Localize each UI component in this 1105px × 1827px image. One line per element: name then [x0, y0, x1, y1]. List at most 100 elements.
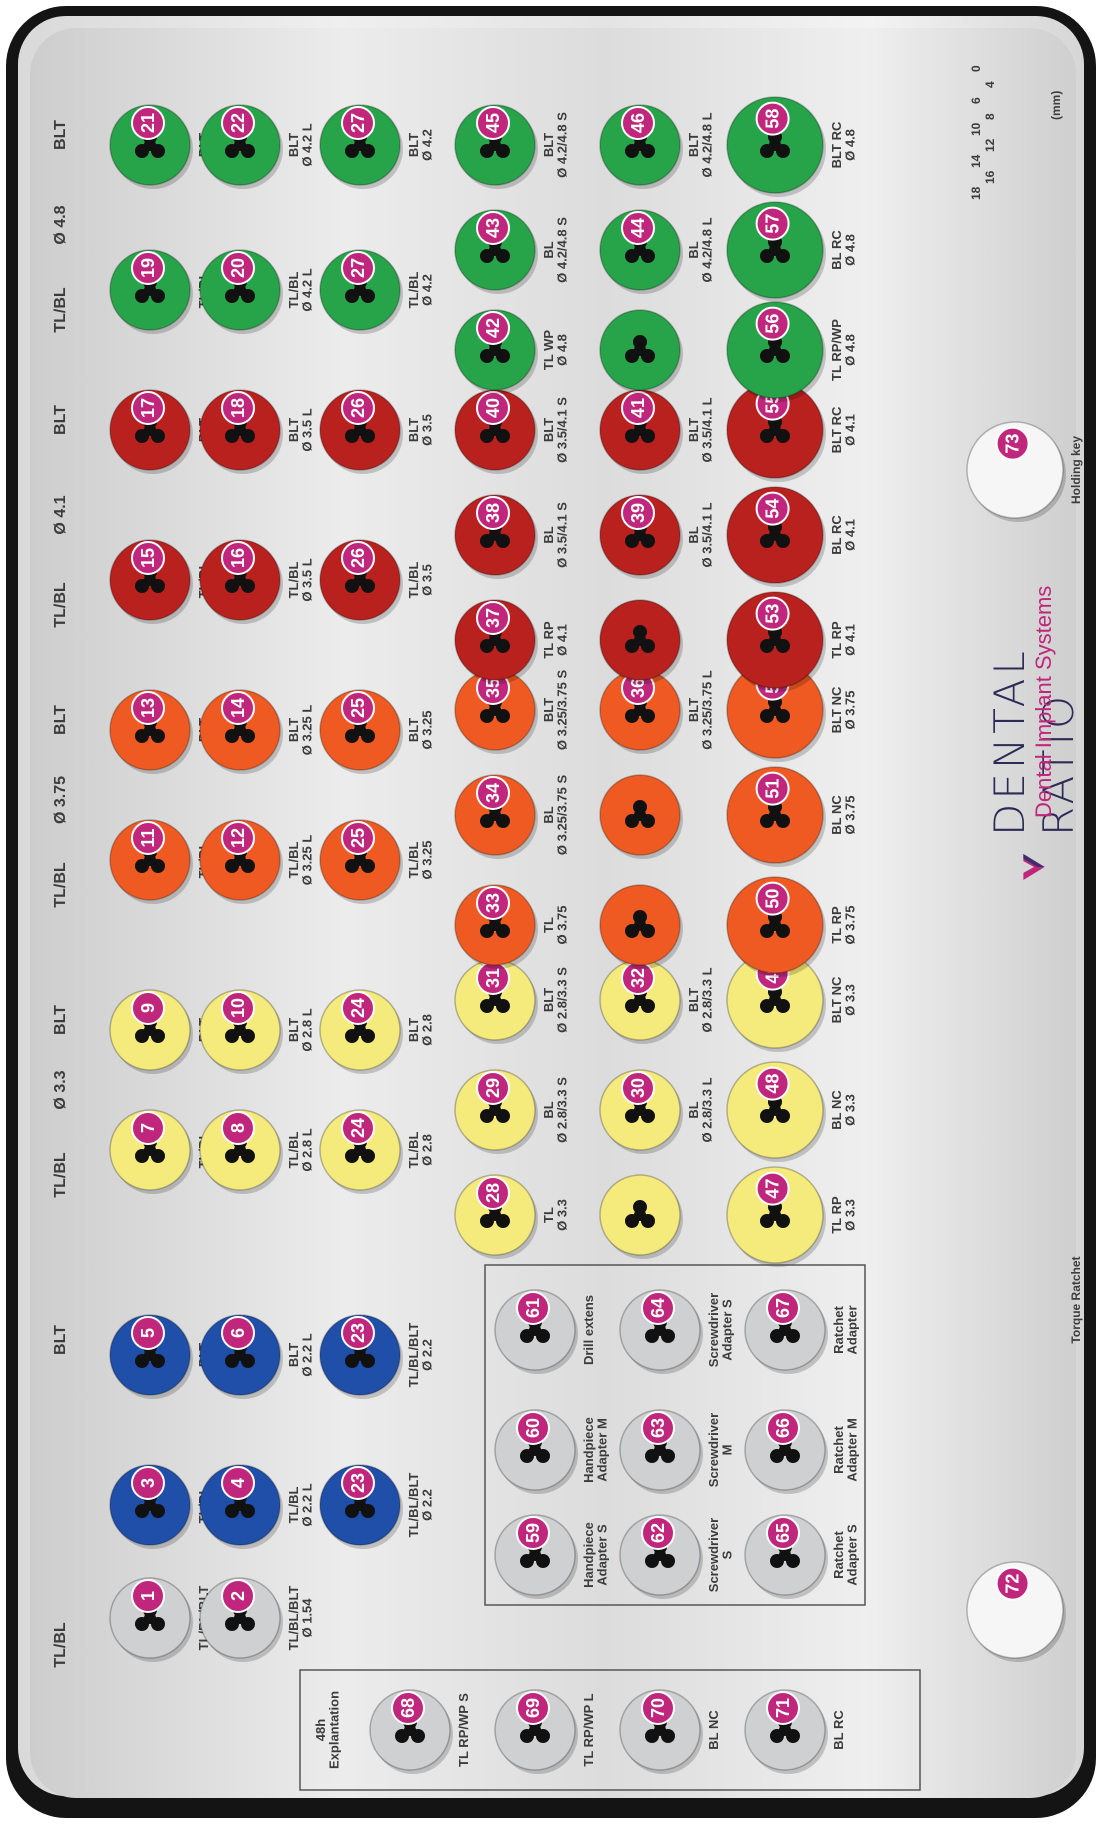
slot-label-line: Ø 4.8	[843, 334, 858, 366]
column-header-5: TL/BL	[52, 862, 69, 908]
column-header-12: Ø 4.8	[52, 205, 69, 244]
column-header-4: BLT	[52, 1005, 69, 1035]
slot-label: HandpieceAdapter S	[581, 1522, 610, 1588]
slot-label-line: S	[720, 1550, 735, 1559]
slot-label-line: TL RP/WP L	[581, 1693, 596, 1766]
number-badge-text: 19	[138, 258, 158, 278]
number-badge-text: 37	[483, 608, 503, 628]
ruler-tick-label: 6	[969, 97, 983, 104]
slot-label-line: Ø 2.2	[420, 1339, 435, 1371]
number-badge-text: 58	[763, 109, 783, 129]
number-badge-text: 24	[348, 1118, 368, 1138]
slot-label-line: Ø 3.5 L	[300, 408, 315, 451]
slot-label-line: Ø 3.5/4.1 L	[700, 397, 715, 462]
number-badge-text: 43	[483, 218, 503, 238]
number-badge-text: 34	[483, 783, 503, 803]
number-badge-text: 2	[228, 1591, 248, 1601]
ruler-tick-label: 10	[969, 122, 983, 136]
slot-label-line: Ø 3.5	[420, 414, 435, 446]
slot-label: BL NCØ 3.75	[829, 795, 858, 835]
number-badge-text: 31	[483, 968, 503, 988]
slot-label: TL/BLØ 2.2 L	[286, 1483, 315, 1526]
number-badge-text: 72	[1003, 1574, 1023, 1594]
number-badge-text: 47	[763, 1179, 783, 1199]
column-header-3-line: Ø 3.3	[52, 1070, 69, 1109]
slot-label-line: Ø 3.5	[420, 564, 435, 596]
column-header-0: TL/BL	[52, 1622, 69, 1668]
number-badge-text: 67	[773, 1298, 793, 1318]
column-header-8-line: TL/BL	[52, 582, 69, 628]
number-badge-text: 27	[348, 113, 368, 133]
number-badge-text: 22	[228, 113, 248, 133]
column-header-6-line: Ø 3.75	[52, 776, 69, 824]
slot-label-line: Ø 3.75	[843, 690, 858, 729]
number-badge-text: 38	[483, 503, 503, 523]
ruler-tick-label: 0	[969, 65, 983, 72]
number-badge-text: 48	[763, 1074, 783, 1094]
slot-label-line: Ø 2.2	[420, 1489, 435, 1521]
slot-label: TL/BLØ 3.25 L	[286, 835, 315, 886]
slot-label-line: Ø 4.2	[420, 129, 435, 161]
column-header-11-line: TL/BL	[52, 287, 69, 333]
number-badge-text: 41	[628, 398, 648, 418]
slot-label-line: Ø 4.1	[843, 519, 858, 551]
number-badge-text: 56	[763, 314, 783, 334]
slot-label: RatchetAdapter M	[831, 1418, 860, 1482]
kit-drawing: 1TL/BL/BLTØ 2.22TL/BL/BLTØ 1.543TL/BLØ 2…	[30, 28, 1083, 1798]
number-badge-text: 59	[523, 1523, 543, 1543]
slot-label-line: Ø 3.75	[843, 905, 858, 944]
slot-label-line: Ø 3.3	[843, 984, 858, 1016]
slot-label-line: M	[720, 1445, 735, 1456]
slot-label-line: Ø 1.54	[300, 1598, 315, 1638]
number-badge-text: 18	[228, 398, 248, 418]
slot-label-line: Ø 2.8/3.3 S	[555, 1077, 570, 1143]
column-header-2: TL/BL	[52, 1152, 69, 1198]
number-badge-text: 62	[648, 1523, 668, 1543]
slot-label-line: Ø 3.25/3.75 L	[700, 670, 715, 750]
slot-label-line: Ø 2.2 L	[300, 1483, 315, 1526]
number-badge-text: 33	[483, 893, 503, 913]
slot-label: TL/BLØ 4.2	[406, 272, 435, 309]
brand-block: DENTAL RATIO Dental Implant Systems	[985, 586, 1083, 880]
slot-label-line: Ø 4.2 L	[300, 268, 315, 311]
slot-label-line: Ø 2.8	[420, 1134, 435, 1166]
number-badge-text: 51	[763, 779, 783, 799]
slot-label: Drill extens	[581, 1295, 596, 1365]
column-header-13: BLT	[52, 120, 69, 150]
slot-label: RatchetAdapter S	[831, 1524, 860, 1586]
number-badge-text: 54	[763, 499, 783, 519]
slot-label-line: Drill extens	[581, 1295, 596, 1365]
holding-key-label: Holding key	[1069, 436, 1083, 504]
slot-label-line: Ø 4.2 L	[300, 123, 315, 166]
number-badge-text: 7	[138, 1123, 158, 1133]
holding-key-label-line: Holding key	[1069, 436, 1083, 504]
number-badge-text: 20	[228, 258, 248, 278]
slot-label-line: Ø 3.25 L	[300, 705, 315, 756]
number-badge-text: 15	[138, 548, 158, 568]
number-badge-text: 40	[483, 398, 503, 418]
column-header-10-line: BLT	[52, 405, 69, 435]
torque-ratchet-label-line: Torque Ratchet	[1069, 1256, 1083, 1343]
slot-label: TL RPØ 3.3	[829, 1196, 858, 1234]
slot-label-line: Ø 3.5/4.1 S	[555, 397, 570, 463]
kit-canvas: 1TL/BL/BLTØ 2.22TL/BL/BLTØ 1.543TL/BLØ 2…	[0, 0, 1105, 1827]
number-badge-text: 65	[773, 1523, 793, 1543]
slot-label-line: Ø 3.3	[843, 1094, 858, 1126]
slot-label-line: BL NC	[706, 1710, 721, 1750]
number-badge-text: 28	[483, 1183, 503, 1203]
slot-label-line: Ø 4.1	[843, 414, 858, 446]
column-header-4-line: BLT	[52, 1005, 69, 1035]
ruler-tick-label: 14	[969, 154, 983, 168]
slot-label-line: Ø 4.1	[555, 624, 570, 656]
slot-label-line: Ø 3.25	[420, 840, 435, 879]
slot-label-line: Ø 2.8	[420, 1014, 435, 1046]
column-header-13-line: BLT	[52, 120, 69, 150]
slot-label: BL NCØ 3.3	[829, 1090, 858, 1130]
ruler-tick-label: 18	[969, 186, 983, 200]
ruler-tick-label: 4	[983, 81, 997, 88]
number-badge-text: 11	[138, 828, 158, 847]
number-badge-text: 61	[523, 1298, 543, 1318]
brand-subtitle: Dental Implant Systems	[1031, 585, 1056, 818]
number-badge-text: 39	[628, 503, 648, 523]
number-badge-text: 27	[348, 258, 368, 278]
